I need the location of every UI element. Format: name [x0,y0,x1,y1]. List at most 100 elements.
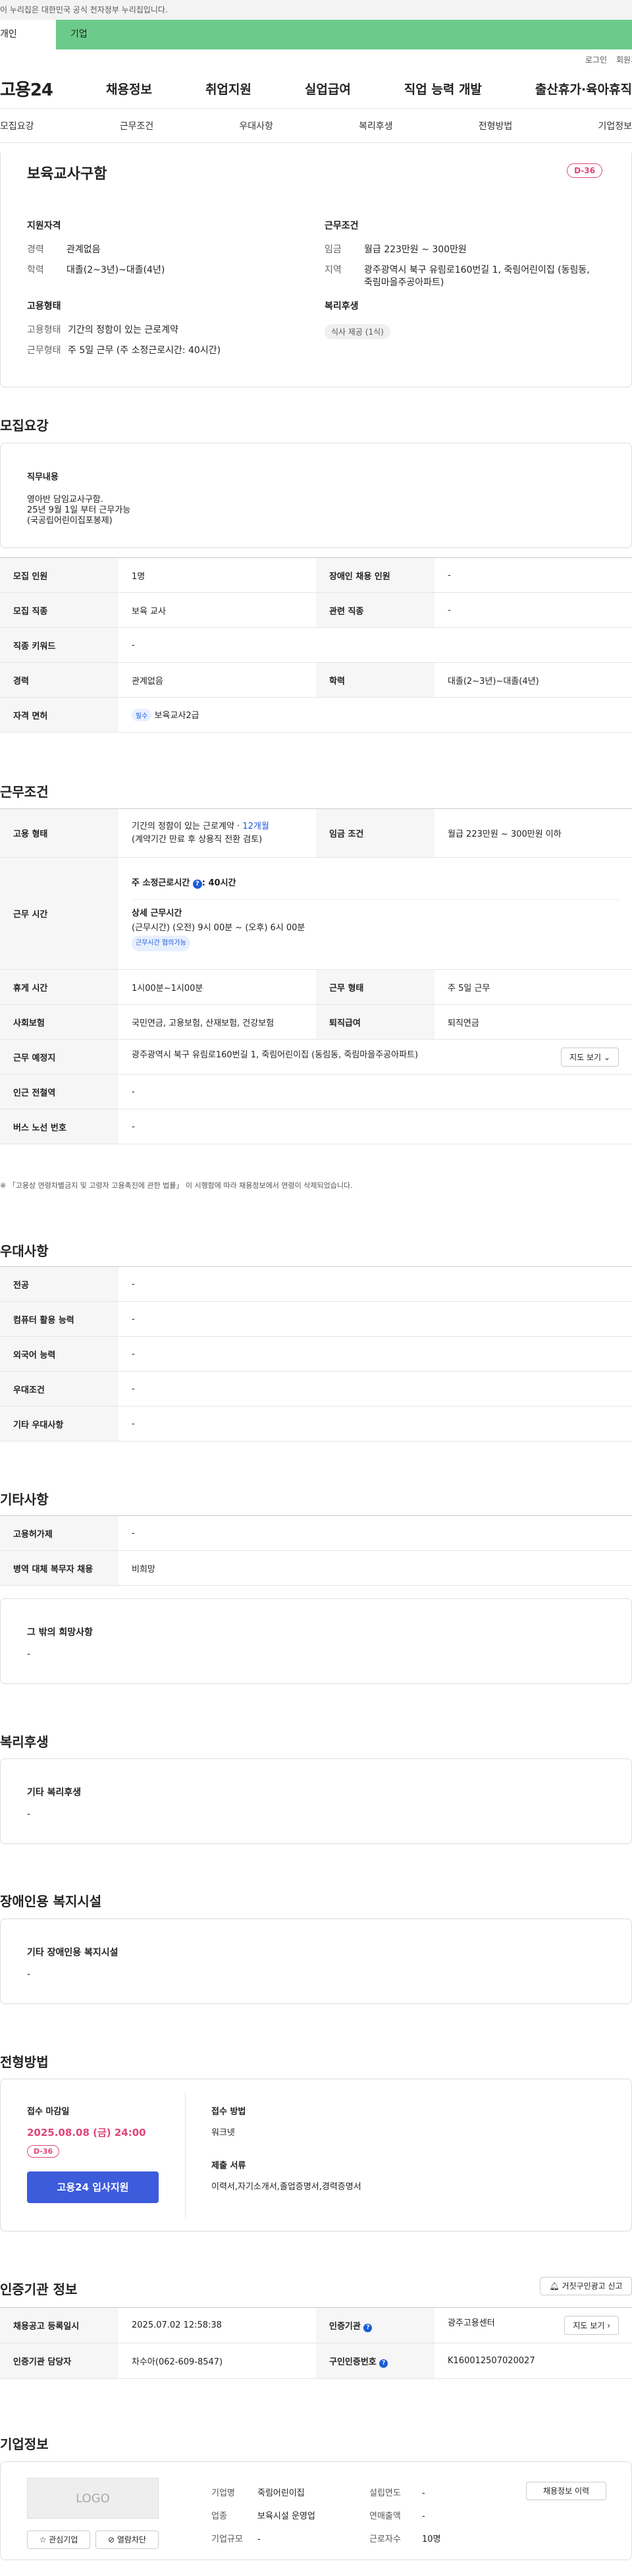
cell-value: 퇴직연금 [434,1004,632,1040]
other-wishes-box: 그 밖의 희망사항 - [0,1598,632,1684]
cell-value: 광주광역시 북구 유림로160번길 1, 죽림어린이집 (동림동, 죽림마을주공… [118,1039,632,1075]
cert-table: 채용공고 등록일시 2025.07.02 12:58:38 인증기관 ? 광주고용센터… [0,2307,632,2379]
cell-label: 전공 [0,1266,118,1302]
gnb-item-unemployment[interactable]: 실업급여 [305,80,351,98]
cell-label: 장애인 채용 인원 [316,557,434,593]
required-chip: 필수 [132,709,152,721]
block-label: 열람차단 [117,2535,147,2544]
cell-value: 기간의 정함이 있는 근로계약 · 12개월 (계약기간 만료 후 상용직 전환 … [118,808,316,858]
emp-label: 근무형태 [27,345,61,356]
recruit-heading: 모집요강 [0,418,49,434]
field-label: 기업명 [211,2488,235,2498]
duty-text: 영아반 담임교사구함. 25년 9월 1일 부터 근무가능 (국공립어린이집포봉… [27,495,130,526]
method-value: 워크넷 [211,2128,235,2138]
cell-label: 근무 시간 [0,857,118,970]
info-icon[interactable]: ? [363,2323,373,2332]
detail-hours-value: (근무시간) (오전) 9시 00분 ~ (오후) 6시 00분 [132,922,305,933]
table-row: 휴게 시간 1시00분~1시00분 근무 형태 주 5일 근무 [0,969,632,1005]
conditions-table: 고용 형태 기간의 정함이 있는 근로계약 · 12개월 (계약기간 만료 후 상용… [0,808,632,1144]
cell-value: 대졸(2~3년)~대졸(4년) [434,662,632,698]
preferences-table: 전공 - 컴퓨터 활용 능력 - 외국어 능력 - 우대조건 - 기타 우대사항 - [0,1266,632,1442]
tab-personal[interactable]: 개인 [0,20,56,49]
info-icon[interactable]: ? [379,2359,388,2368]
table-row: 근무 시간 주 소정근로시간 ?: 40시간 상세 근무시간 (근무시간) (오… [0,857,632,970]
cell-label: 모집 인원 [0,557,118,593]
subnav-recruit[interactable]: 모집요강 [0,119,34,132]
welfare-section-heading: 복리후생 [0,1734,49,1750]
favorite-button[interactable]: ☆ 관심기업 [27,2531,90,2549]
work-value: 광주광역시 북구 유림로160번길 1, 죽림어린이집 (동림동, 죽림마을주공… [364,265,590,288]
emp-type: 기간의 정함이 있는 근로계약 · [132,821,243,831]
cert-number-label: 구인인증번호 [329,2357,377,2367]
subnav-selection[interactable]: 전형방법 [479,119,513,132]
cell-label: 경력 [0,662,118,698]
welfare-box: 기타 복리후생 - [0,1758,632,1844]
subnav-welfare[interactable]: 복리후생 [359,119,393,132]
detail-hours-label: 상세 근무시간 [132,908,182,918]
field-label: 기업규모 [211,2534,243,2544]
gnb-item-employment-support[interactable]: 취업지원 [205,80,251,98]
cell-label: 우대조건 [0,1371,118,1407]
site-logo[interactable]: 고용24 [0,76,53,101]
deadline-label: 접수 마감일 [27,2107,70,2117]
table-row: 인증기관 담당자 차수아(062-609-8547) 구인인증번호 ? K160012… [0,2343,632,2379]
cell-value: 광주고용센터 지도 보기 › [434,2307,632,2343]
cell-label: 버스 노선 번호 [0,1109,118,1144]
qual-value: 대졸(2~3년)~대졸(4년) [66,265,165,275]
qual-label: 학력 [27,265,44,275]
cell-label: 자격 면허 [0,697,118,733]
agency-map-button[interactable]: 지도 보기 › [564,2316,619,2335]
duty-label: 직무내용 [27,472,59,482]
gnb-item-jobs[interactable]: 채용정보 [106,80,152,98]
cert-agency-value: 광주고용센터 [448,2318,495,2328]
info-icon[interactable]: ? [192,879,202,889]
emp-value: 기간의 정함이 있는 근로계약 [68,325,178,335]
docs-label: 제출 서류 [211,2161,246,2171]
cell-value: 차수아(062-609-8547) [118,2343,316,2379]
box-value: - [27,1969,31,1980]
history-button[interactable]: 채용정보 이력 [526,2482,606,2500]
subnav-company[interactable]: 기업정보 [598,119,632,132]
disability-heading: 장애인용 복지시설 [0,1893,102,1909]
cell-value: 관계없음 [118,662,316,698]
tab-company[interactable]: 기업 [56,20,632,49]
signup-link[interactable]: 회원가입 [616,54,632,65]
table-row: 버스 노선 번호 - [0,1109,632,1144]
field-label: 설립연도 [369,2488,401,2498]
block-button[interactable]: ⊘ 열람차단 [95,2531,159,2549]
apply-button[interactable]: 고용24 입사지원 [27,2171,159,2203]
docs-value: 이력서,자기소개서,졸업증명서,경력증명서 [211,2182,361,2192]
field-value: - [257,2534,261,2544]
section-nav: 모집요강 근무조건 우대사항 복리후생 전형방법 기업정보 [0,109,632,143]
table-row: 외국어 능력 - [0,1336,632,1372]
table-row: 전공 - [0,1266,632,1302]
report-button[interactable]: 🔔︎ 거짓구인광고 신고 [540,2277,632,2295]
emp-label: 고용형태 [27,325,61,335]
cell-value: 주 소정근로시간 ?: 40시간 상세 근무시간 (근무시간) (오전) 9시 … [118,857,632,970]
job-title: 보육교사구함 [27,166,107,182]
duty-line: 25년 9월 1일 부터 근무가능 [27,505,131,515]
cell-label: 모집 직종 [0,592,118,628]
bell-icon: 🔔︎ [549,2282,560,2291]
cell-label: 병역 대체 복무자 채용 [0,1550,118,1586]
preferences-heading: 우대사항 [0,1243,49,1259]
cell-label: 근무 예정지 [0,1039,118,1075]
emp-value: 주 5일 근무 (주 소정근로시간: 40시간) [68,345,221,356]
global-nav: 고용24 채용정보 취업지원 실업급여 직업 능력 개발 출산휴가·육아휴직 [0,69,632,109]
gnb-item-leave[interactable]: 출산휴가·육아휴직 [535,80,632,98]
table-row: 직종 키워드 - [0,627,632,663]
login-link[interactable]: 로그인 [585,54,607,65]
cell-label: 외국어 능력 [0,1336,118,1372]
cell-label: 인증기관 ? [316,2307,434,2343]
map-button-label: 지도 보기 [569,1052,602,1062]
cell-value: - [118,1109,632,1144]
cell-value: - [118,1515,632,1551]
work-label: 지역 [325,265,342,275]
selection-heading: 전형방법 [0,2054,49,2070]
duty-line: 영아반 담임교사구함. [27,495,103,505]
subnav-conditions[interactable]: 근무조건 [120,119,154,132]
gov-banner: 이 누리집은 대한민국 공식 전자정부 누리집입니다. [0,0,632,20]
map-button[interactable]: 지도 보기 ⌄ [561,1047,619,1067]
gnb-item-training[interactable]: 직업 능력 개발 [404,80,482,98]
subnav-preferences[interactable]: 우대사항 [239,119,273,132]
